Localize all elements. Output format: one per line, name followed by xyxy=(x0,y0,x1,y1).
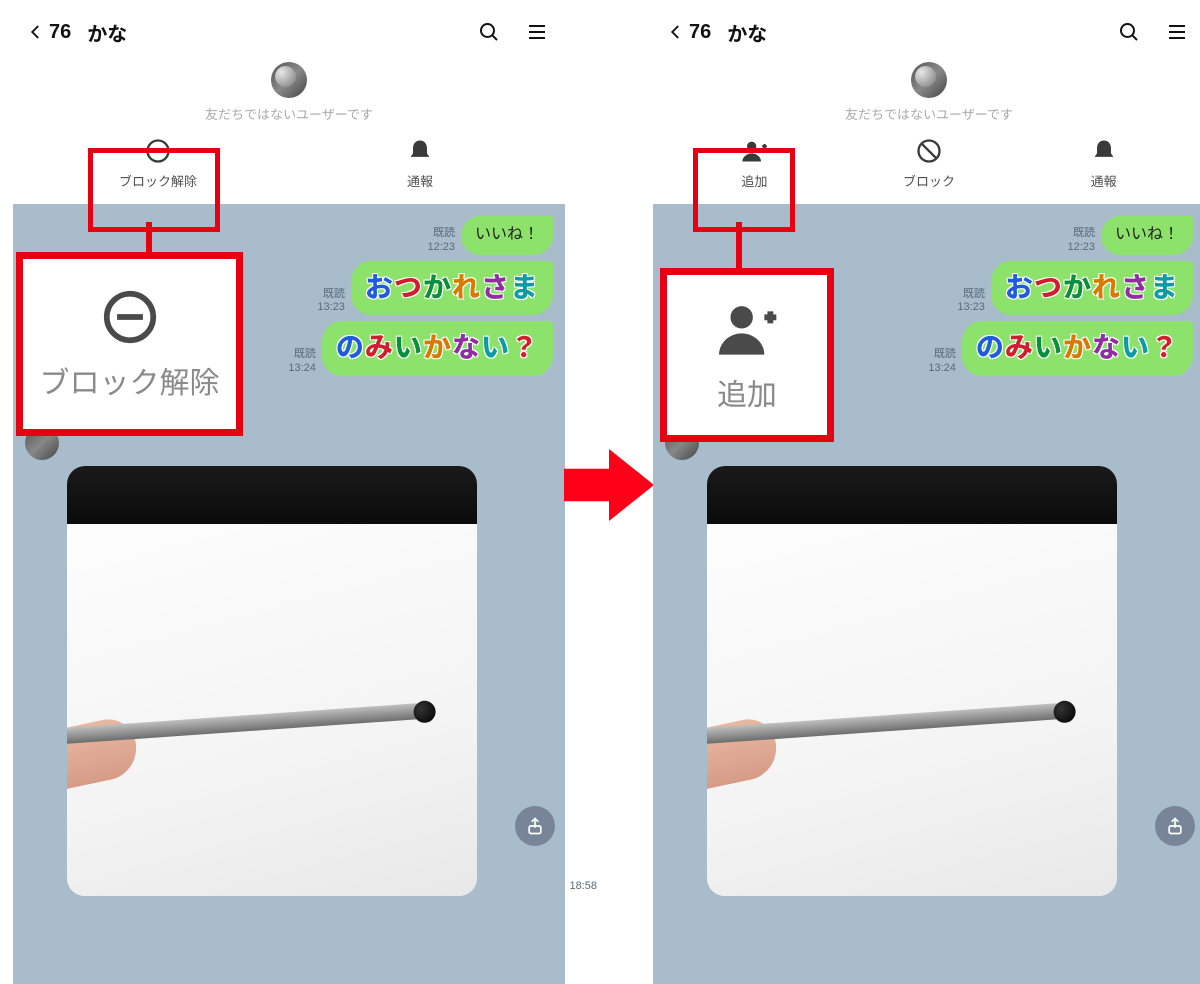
chat-photo[interactable] xyxy=(707,466,1117,896)
msg-out-1[interactable]: 既読12:23 いいね！ xyxy=(25,216,553,255)
bell-icon xyxy=(406,137,434,165)
unblock-icon xyxy=(99,286,161,348)
action-row: ブロック解除 通報 xyxy=(27,133,551,204)
report-button[interactable]: 通報 xyxy=(289,137,551,190)
bubble-sticker: のみいかない？ xyxy=(322,321,553,375)
menu-button[interactable] xyxy=(523,18,551,46)
search-icon xyxy=(1117,20,1141,44)
profile-avatar[interactable] xyxy=(271,62,307,98)
callout-label: 追加 xyxy=(717,370,777,414)
chat-photo[interactable] xyxy=(67,466,477,896)
profile-avatar[interactable] xyxy=(911,62,947,98)
callout-label: ブロック解除 xyxy=(40,358,220,402)
back-badge-count: 76 xyxy=(49,21,71,44)
chat-name: かな xyxy=(87,18,127,47)
image-message[interactable]: 18:58 xyxy=(67,466,553,896)
unblock-icon xyxy=(144,137,172,165)
back-button[interactable]: 76 xyxy=(667,21,711,44)
bell-icon xyxy=(1090,137,1118,165)
menu-icon xyxy=(525,20,549,44)
share-icon xyxy=(525,816,545,836)
screenshot-before: 76 かな 友だちではないユーザーです ブロック解除 xyxy=(13,0,565,984)
report-label: 通報 xyxy=(407,171,433,190)
chevron-left-icon xyxy=(667,23,685,41)
add-label: 追加 xyxy=(741,171,767,190)
not-friend-notice: 友だちではないユーザーです xyxy=(845,104,1013,123)
menu-icon xyxy=(1165,20,1189,44)
transition-arrow xyxy=(564,440,654,530)
callout-connector xyxy=(736,222,742,268)
back-button[interactable]: 76 xyxy=(27,21,71,44)
report-button[interactable]: 通報 xyxy=(1016,137,1191,190)
bubble-sticker: おつかれさま xyxy=(991,261,1193,315)
unblock-button[interactable]: ブロック解除 xyxy=(27,137,289,190)
block-label: ブロック xyxy=(903,171,955,190)
action-row: 追加 ブロック 通報 xyxy=(667,133,1191,204)
arrow-right-icon xyxy=(564,440,654,530)
back-badge-count: 76 xyxy=(689,21,711,44)
add-user-icon xyxy=(740,137,768,165)
screenshot-after: 76 かな 友だちではないユーザーです 追加 xyxy=(653,0,1200,984)
share-button[interactable] xyxy=(515,806,555,846)
not-friend-notice: 友だちではないユーザーです xyxy=(205,104,373,123)
unblock-label: ブロック解除 xyxy=(119,171,197,190)
chat-name: かな xyxy=(727,18,767,47)
search-button[interactable] xyxy=(1115,18,1143,46)
msg-time: 18:58 xyxy=(569,880,597,892)
share-icon xyxy=(1165,816,1185,836)
menu-button[interactable] xyxy=(1163,18,1191,46)
add-friend-button[interactable]: 追加 xyxy=(667,137,842,190)
callout-zoom-after: 追加 xyxy=(660,268,834,442)
msg-out-1[interactable]: 既読12:23 いいね！ xyxy=(665,216,1193,255)
bubble-sticker: おつかれさま xyxy=(351,261,553,315)
chevron-left-icon xyxy=(27,23,45,41)
callout-zoom-before: ブロック解除 xyxy=(16,252,243,436)
bubble-sticker: のみいかない？ xyxy=(962,321,1193,375)
share-button[interactable] xyxy=(1155,806,1195,846)
bubble-text: いいね！ xyxy=(1101,216,1193,255)
bubble-text: いいね！ xyxy=(461,216,553,255)
block-button[interactable]: ブロック xyxy=(842,137,1017,190)
callout-connector xyxy=(146,222,152,252)
report-label: 通報 xyxy=(1091,171,1117,190)
chat-header: 76 かな 友だちではないユーザーです 追加 xyxy=(653,0,1200,204)
search-button[interactable] xyxy=(475,18,503,46)
chat-header: 76 かな 友だちではないユーザーです ブロック解除 xyxy=(13,0,565,204)
search-icon xyxy=(477,20,501,44)
add-user-icon xyxy=(715,296,779,360)
block-icon xyxy=(915,137,943,165)
image-message[interactable]: 18:58 xyxy=(707,466,1193,896)
